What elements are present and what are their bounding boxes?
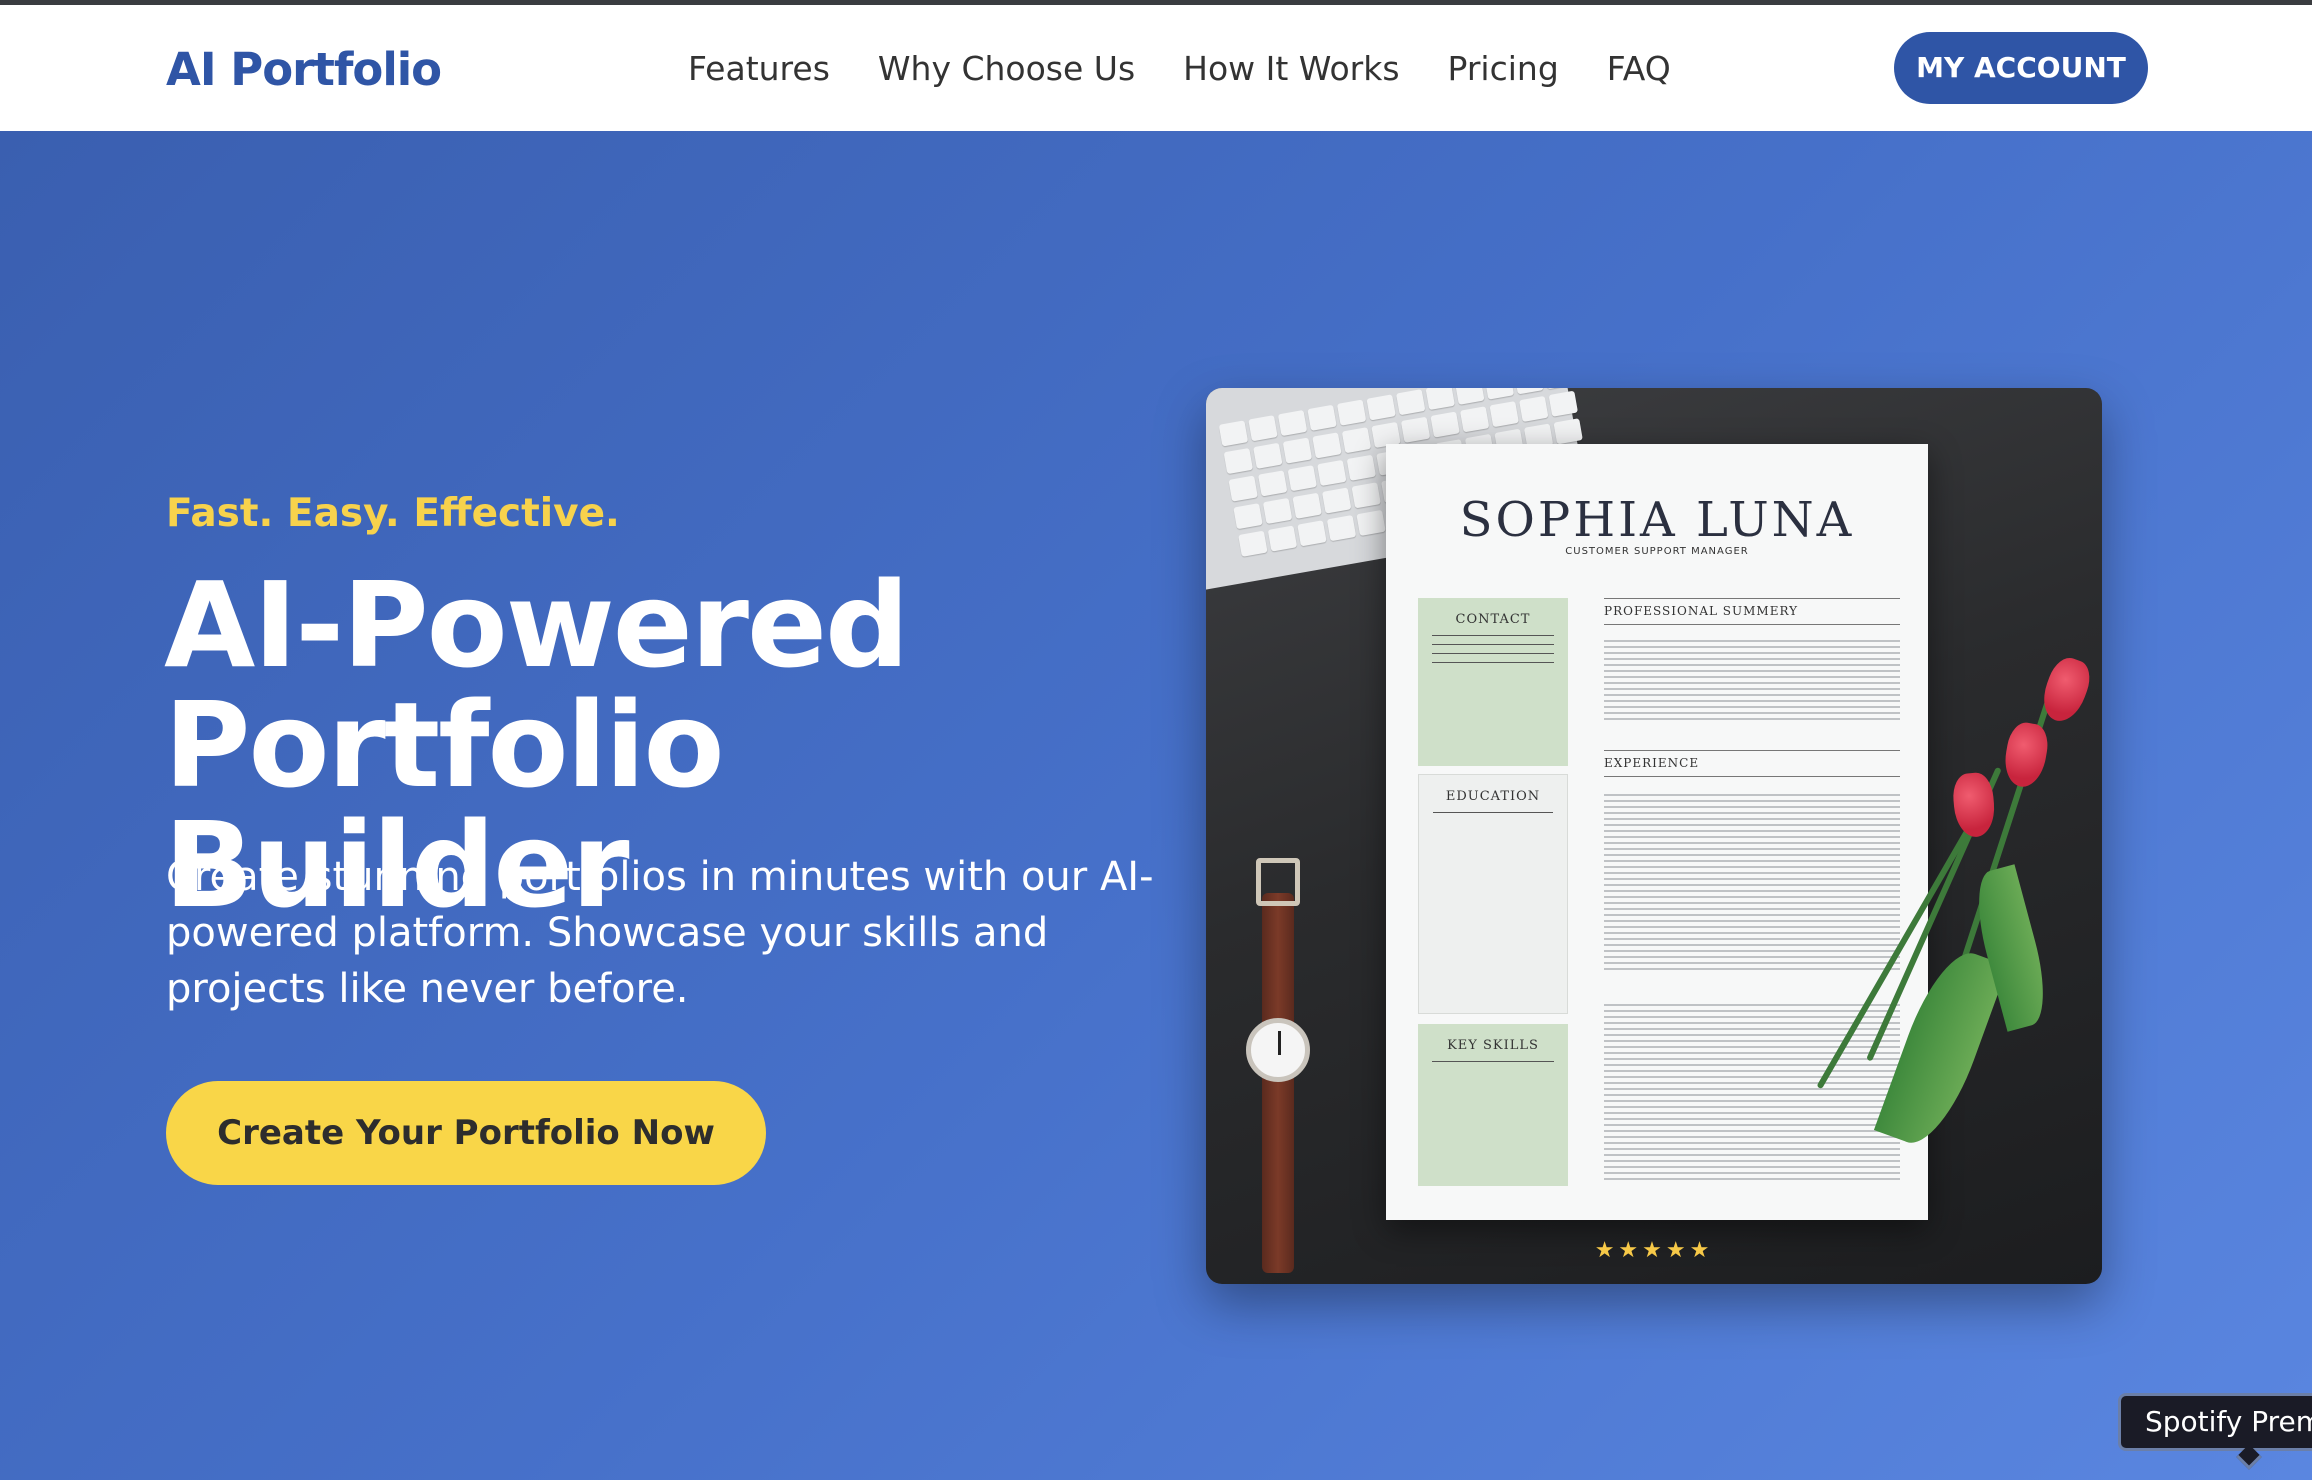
keyboard-key bbox=[1395, 389, 1426, 416]
create-portfolio-button[interactable]: Create Your Portfolio Now bbox=[166, 1081, 766, 1185]
resume-experience-text bbox=[1604, 1004, 1900, 1184]
keyboard-key bbox=[1341, 427, 1372, 454]
keyboard-key bbox=[1248, 415, 1278, 442]
resume-summary-heading: PROFESSIONAL SUMMERY bbox=[1604, 604, 1799, 618]
divider bbox=[1432, 653, 1554, 654]
keyboard-key bbox=[1262, 497, 1293, 525]
nav-link-faq[interactable]: FAQ bbox=[1607, 49, 1671, 88]
main-nav: Features Why Choose Us How It Works Pric… bbox=[688, 49, 1671, 88]
keyboard-key bbox=[1459, 406, 1490, 433]
keyboard-key bbox=[1336, 399, 1367, 426]
my-account-button[interactable]: MY ACCOUNT bbox=[1894, 32, 2148, 104]
divider bbox=[1604, 750, 1900, 751]
keyboard-key bbox=[1223, 447, 1254, 475]
keyboard-key bbox=[1400, 416, 1431, 443]
nav-link-how-it-works[interactable]: How It Works bbox=[1183, 49, 1399, 88]
tulip-flower bbox=[2000, 720, 2052, 790]
resume-role: CUSTOMER SUPPORT MANAGER bbox=[1565, 546, 1749, 557]
keyboard-key bbox=[1257, 470, 1288, 497]
hero-subtext: Create stunning portfolios in minutes wi… bbox=[166, 854, 1154, 1012]
keyboard-key bbox=[1292, 492, 1322, 519]
divider bbox=[1604, 598, 1900, 599]
hero-tagline: Fast. Easy. Effective. bbox=[166, 491, 620, 536]
resume-document: SOPHIA LUNA CUSTOMER SUPPORT MANAGER CON… bbox=[1386, 444, 1928, 1220]
spotify-tooltip: Spotify Prem bbox=[2118, 1393, 2312, 1451]
divider bbox=[1433, 812, 1553, 813]
resume-summary-text bbox=[1604, 640, 1900, 720]
keyboard-key bbox=[1514, 388, 1544, 395]
keyboard-key bbox=[1346, 454, 1377, 481]
resume-education-block: EDUCATION bbox=[1418, 774, 1568, 1014]
keyboard-key bbox=[1356, 509, 1386, 537]
keyboard-key bbox=[1489, 401, 1519, 428]
site-header: AI Portfolio Features Why Choose Us How … bbox=[0, 5, 2312, 131]
divider bbox=[1432, 1061, 1554, 1062]
keyboard-key bbox=[1233, 503, 1263, 530]
resume-contact-heading: CONTACT bbox=[1455, 612, 1531, 627]
keyboard-key bbox=[1228, 475, 1258, 502]
resume-skills-heading: KEY SKILLS bbox=[1447, 1038, 1539, 1053]
resume-experience-heading: EXPERIENCE bbox=[1604, 756, 1700, 770]
keyboard-key bbox=[1326, 515, 1357, 542]
keyboard-key bbox=[1321, 487, 1352, 514]
divider bbox=[1604, 624, 1900, 625]
nav-link-pricing[interactable]: Pricing bbox=[1448, 49, 1559, 88]
keyboard-key bbox=[1455, 388, 1485, 405]
keyboard-key bbox=[1277, 409, 1308, 437]
watch-strap bbox=[1262, 893, 1294, 1273]
keyboard-key bbox=[1366, 394, 1396, 421]
keyboard-key bbox=[1430, 411, 1460, 438]
watch-buckle bbox=[1256, 858, 1300, 906]
hero-section: Fast. Easy. Effective. AI-Powered Portfo… bbox=[0, 131, 2312, 1480]
watch-face bbox=[1246, 1018, 1310, 1082]
nav-link-features[interactable]: Features bbox=[688, 49, 830, 88]
keyboard-key bbox=[1287, 465, 1317, 492]
keyboard-key bbox=[1548, 390, 1579, 417]
resume-skills-block: KEY SKILLS bbox=[1418, 1024, 1568, 1186]
resume-name: SOPHIA LUNA bbox=[1459, 492, 1855, 548]
resume-contact-block: CONTACT bbox=[1418, 598, 1568, 766]
keyboard-key bbox=[1425, 388, 1455, 411]
keyboard-key bbox=[1218, 420, 1249, 447]
keyboard-key bbox=[1307, 404, 1337, 431]
keyboard-key bbox=[1351, 482, 1381, 509]
nav-link-why-choose-us[interactable]: Why Choose Us bbox=[878, 49, 1135, 88]
keyboard-key bbox=[1317, 459, 1347, 487]
keyboard-key bbox=[1543, 388, 1574, 390]
keyboard-key bbox=[1484, 388, 1515, 400]
resume-showcase-image: SOPHIA LUNA CUSTOMER SUPPORT MANAGER CON… bbox=[1206, 388, 2102, 1284]
divider bbox=[1604, 776, 1900, 777]
site-logo[interactable]: AI Portfolio bbox=[166, 43, 442, 96]
hero-headline-line1: AI-Powered bbox=[164, 556, 910, 694]
divider bbox=[1432, 644, 1554, 645]
keyboard-key bbox=[1312, 432, 1342, 459]
rating-stars: ★★★★★ bbox=[1594, 1238, 1714, 1263]
keyboard-key bbox=[1253, 442, 1283, 469]
resume-education-heading: EDUCATION bbox=[1445, 789, 1541, 804]
keyboard-key bbox=[1282, 437, 1313, 464]
divider bbox=[1432, 635, 1554, 636]
divider bbox=[1432, 662, 1554, 663]
keyboard-key bbox=[1297, 520, 1327, 547]
keyboard-key bbox=[1553, 418, 1583, 445]
keyboard-key bbox=[1519, 395, 1549, 423]
keyboard-key bbox=[1238, 530, 1268, 557]
keyboard-key bbox=[1267, 525, 1298, 552]
resume-experience-text bbox=[1604, 794, 1900, 974]
